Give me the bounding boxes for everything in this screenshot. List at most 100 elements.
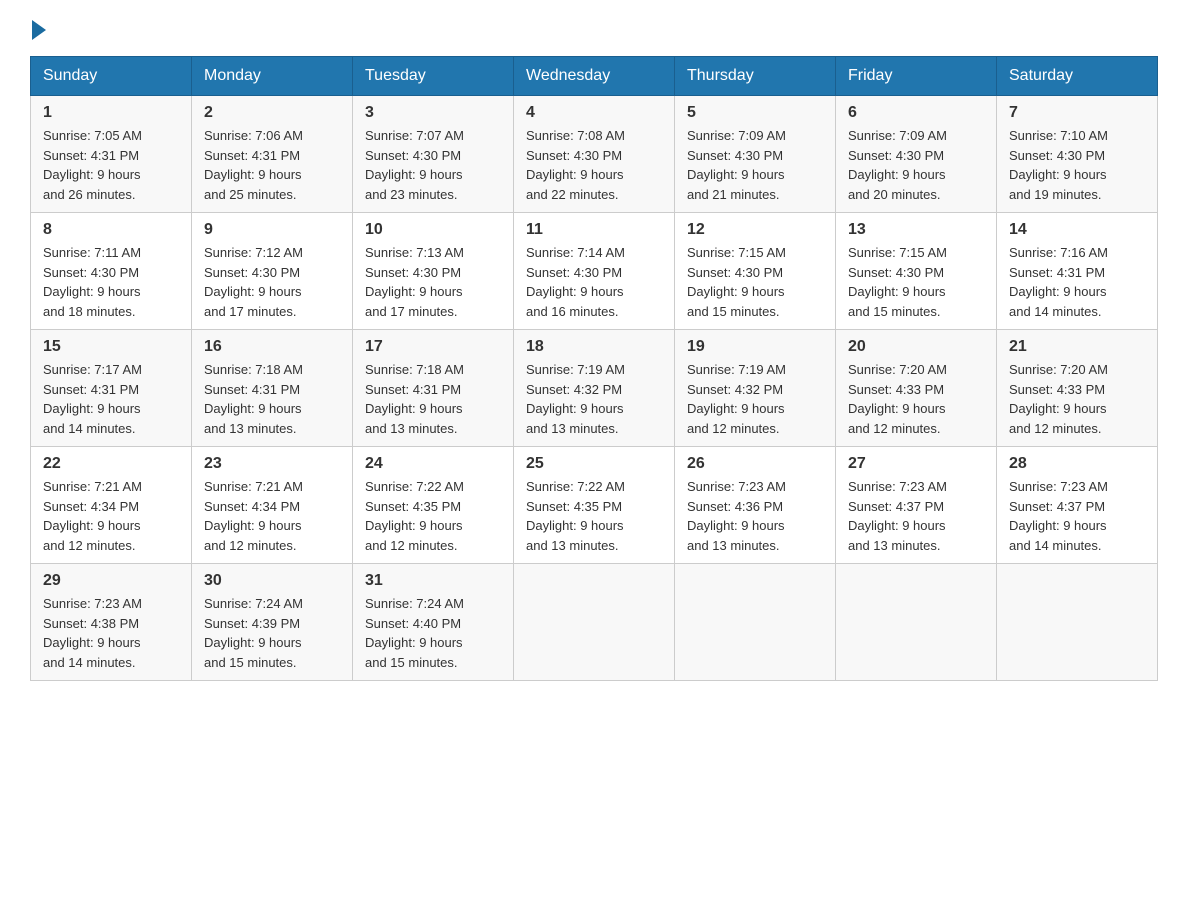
calendar-cell: 27 Sunrise: 7:23 AM Sunset: 4:37 PM Dayl…	[836, 447, 997, 564]
calendar-cell: 20 Sunrise: 7:20 AM Sunset: 4:33 PM Dayl…	[836, 330, 997, 447]
calendar-cell: 6 Sunrise: 7:09 AM Sunset: 4:30 PM Dayli…	[836, 96, 997, 213]
calendar-cell: 26 Sunrise: 7:23 AM Sunset: 4:36 PM Dayl…	[675, 447, 836, 564]
calendar-cell: 31 Sunrise: 7:24 AM Sunset: 4:40 PM Dayl…	[353, 564, 514, 681]
day-number: 16	[204, 338, 340, 356]
calendar-table: SundayMondayTuesdayWednesdayThursdayFrid…	[30, 56, 1158, 681]
calendar-cell: 2 Sunrise: 7:06 AM Sunset: 4:31 PM Dayli…	[192, 96, 353, 213]
day-number: 29	[43, 572, 179, 590]
logo-text	[30, 20, 48, 40]
day-info: Sunrise: 7:09 AM Sunset: 4:30 PM Dayligh…	[687, 126, 823, 204]
day-info: Sunrise: 7:15 AM Sunset: 4:30 PM Dayligh…	[687, 243, 823, 321]
calendar-cell	[514, 564, 675, 681]
calendar-cell: 1 Sunrise: 7:05 AM Sunset: 4:31 PM Dayli…	[31, 96, 192, 213]
day-number: 20	[848, 338, 984, 356]
day-number: 26	[687, 455, 823, 473]
header-monday: Monday	[192, 57, 353, 96]
day-number: 9	[204, 221, 340, 239]
calendar-cell: 4 Sunrise: 7:08 AM Sunset: 4:30 PM Dayli…	[514, 96, 675, 213]
day-number: 25	[526, 455, 662, 473]
calendar-week-row: 29 Sunrise: 7:23 AM Sunset: 4:38 PM Dayl…	[31, 564, 1158, 681]
day-info: Sunrise: 7:15 AM Sunset: 4:30 PM Dayligh…	[848, 243, 984, 321]
day-info: Sunrise: 7:20 AM Sunset: 4:33 PM Dayligh…	[1009, 360, 1145, 438]
calendar-week-row: 8 Sunrise: 7:11 AM Sunset: 4:30 PM Dayli…	[31, 213, 1158, 330]
header-thursday: Thursday	[675, 57, 836, 96]
day-info: Sunrise: 7:06 AM Sunset: 4:31 PM Dayligh…	[204, 126, 340, 204]
day-info: Sunrise: 7:20 AM Sunset: 4:33 PM Dayligh…	[848, 360, 984, 438]
calendar-cell: 8 Sunrise: 7:11 AM Sunset: 4:30 PM Dayli…	[31, 213, 192, 330]
calendar-cell: 16 Sunrise: 7:18 AM Sunset: 4:31 PM Dayl…	[192, 330, 353, 447]
day-info: Sunrise: 7:23 AM Sunset: 4:37 PM Dayligh…	[1009, 477, 1145, 555]
day-info: Sunrise: 7:19 AM Sunset: 4:32 PM Dayligh…	[526, 360, 662, 438]
day-info: Sunrise: 7:08 AM Sunset: 4:30 PM Dayligh…	[526, 126, 662, 204]
day-info: Sunrise: 7:18 AM Sunset: 4:31 PM Dayligh…	[365, 360, 501, 438]
day-number: 12	[687, 221, 823, 239]
day-info: Sunrise: 7:24 AM Sunset: 4:40 PM Dayligh…	[365, 594, 501, 672]
day-info: Sunrise: 7:09 AM Sunset: 4:30 PM Dayligh…	[848, 126, 984, 204]
day-info: Sunrise: 7:13 AM Sunset: 4:30 PM Dayligh…	[365, 243, 501, 321]
day-info: Sunrise: 7:11 AM Sunset: 4:30 PM Dayligh…	[43, 243, 179, 321]
calendar-header-row: SundayMondayTuesdayWednesdayThursdayFrid…	[31, 57, 1158, 96]
day-number: 24	[365, 455, 501, 473]
calendar-cell: 17 Sunrise: 7:18 AM Sunset: 4:31 PM Dayl…	[353, 330, 514, 447]
calendar-cell	[997, 564, 1158, 681]
calendar-cell	[675, 564, 836, 681]
header-friday: Friday	[836, 57, 997, 96]
header-sunday: Sunday	[31, 57, 192, 96]
day-info: Sunrise: 7:17 AM Sunset: 4:31 PM Dayligh…	[43, 360, 179, 438]
calendar-cell: 9 Sunrise: 7:12 AM Sunset: 4:30 PM Dayli…	[192, 213, 353, 330]
day-info: Sunrise: 7:16 AM Sunset: 4:31 PM Dayligh…	[1009, 243, 1145, 321]
day-number: 3	[365, 104, 501, 122]
calendar-cell	[836, 564, 997, 681]
calendar-cell: 23 Sunrise: 7:21 AM Sunset: 4:34 PM Dayl…	[192, 447, 353, 564]
day-number: 15	[43, 338, 179, 356]
day-info: Sunrise: 7:23 AM Sunset: 4:37 PM Dayligh…	[848, 477, 984, 555]
calendar-cell: 30 Sunrise: 7:24 AM Sunset: 4:39 PM Dayl…	[192, 564, 353, 681]
calendar-cell: 22 Sunrise: 7:21 AM Sunset: 4:34 PM Dayl…	[31, 447, 192, 564]
day-info: Sunrise: 7:22 AM Sunset: 4:35 PM Dayligh…	[365, 477, 501, 555]
day-number: 5	[687, 104, 823, 122]
calendar-cell: 5 Sunrise: 7:09 AM Sunset: 4:30 PM Dayli…	[675, 96, 836, 213]
day-number: 23	[204, 455, 340, 473]
day-info: Sunrise: 7:07 AM Sunset: 4:30 PM Dayligh…	[365, 126, 501, 204]
logo-triangle-icon	[32, 20, 46, 40]
header-saturday: Saturday	[997, 57, 1158, 96]
day-number: 17	[365, 338, 501, 356]
day-info: Sunrise: 7:24 AM Sunset: 4:39 PM Dayligh…	[204, 594, 340, 672]
day-info: Sunrise: 7:21 AM Sunset: 4:34 PM Dayligh…	[204, 477, 340, 555]
calendar-cell: 21 Sunrise: 7:20 AM Sunset: 4:33 PM Dayl…	[997, 330, 1158, 447]
day-number: 1	[43, 104, 179, 122]
day-info: Sunrise: 7:05 AM Sunset: 4:31 PM Dayligh…	[43, 126, 179, 204]
calendar-cell: 28 Sunrise: 7:23 AM Sunset: 4:37 PM Dayl…	[997, 447, 1158, 564]
day-number: 2	[204, 104, 340, 122]
day-number: 19	[687, 338, 823, 356]
day-number: 8	[43, 221, 179, 239]
day-number: 22	[43, 455, 179, 473]
calendar-week-row: 1 Sunrise: 7:05 AM Sunset: 4:31 PM Dayli…	[31, 96, 1158, 213]
day-info: Sunrise: 7:10 AM Sunset: 4:30 PM Dayligh…	[1009, 126, 1145, 204]
day-number: 7	[1009, 104, 1145, 122]
calendar-cell: 19 Sunrise: 7:19 AM Sunset: 4:32 PM Dayl…	[675, 330, 836, 447]
page-header	[30, 20, 1158, 36]
day-number: 6	[848, 104, 984, 122]
calendar-cell: 10 Sunrise: 7:13 AM Sunset: 4:30 PM Dayl…	[353, 213, 514, 330]
calendar-cell: 15 Sunrise: 7:17 AM Sunset: 4:31 PM Dayl…	[31, 330, 192, 447]
calendar-cell: 25 Sunrise: 7:22 AM Sunset: 4:35 PM Dayl…	[514, 447, 675, 564]
day-info: Sunrise: 7:23 AM Sunset: 4:38 PM Dayligh…	[43, 594, 179, 672]
calendar-cell: 24 Sunrise: 7:22 AM Sunset: 4:35 PM Dayl…	[353, 447, 514, 564]
day-info: Sunrise: 7:14 AM Sunset: 4:30 PM Dayligh…	[526, 243, 662, 321]
day-info: Sunrise: 7:19 AM Sunset: 4:32 PM Dayligh…	[687, 360, 823, 438]
day-info: Sunrise: 7:21 AM Sunset: 4:34 PM Dayligh…	[43, 477, 179, 555]
day-number: 10	[365, 221, 501, 239]
day-number: 30	[204, 572, 340, 590]
day-number: 28	[1009, 455, 1145, 473]
day-number: 13	[848, 221, 984, 239]
day-info: Sunrise: 7:18 AM Sunset: 4:31 PM Dayligh…	[204, 360, 340, 438]
day-number: 31	[365, 572, 501, 590]
calendar-cell: 29 Sunrise: 7:23 AM Sunset: 4:38 PM Dayl…	[31, 564, 192, 681]
header-wednesday: Wednesday	[514, 57, 675, 96]
header-tuesday: Tuesday	[353, 57, 514, 96]
logo	[30, 20, 48, 36]
day-info: Sunrise: 7:22 AM Sunset: 4:35 PM Dayligh…	[526, 477, 662, 555]
day-number: 21	[1009, 338, 1145, 356]
day-number: 4	[526, 104, 662, 122]
